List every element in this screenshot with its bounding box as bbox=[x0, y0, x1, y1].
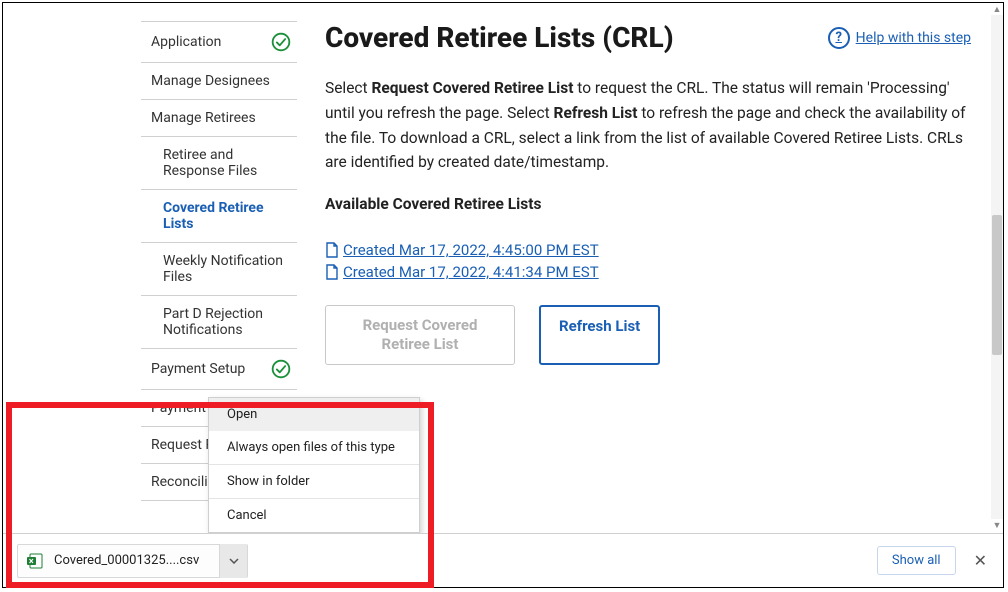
download-context-menu: Open Always open files of this type Show… bbox=[208, 397, 420, 533]
sidebar-item-label: Weekly Notification Files bbox=[163, 253, 291, 285]
sidebar-item-weekly-notification-files[interactable]: Weekly Notification Files bbox=[141, 243, 297, 296]
help-label: Help with this step bbox=[856, 30, 971, 46]
instruction-text: Select Request Covered Retiree List to r… bbox=[325, 76, 971, 175]
downloaded-file-name: Covered_00001325....csv bbox=[54, 553, 199, 568]
title-row: Covered Retiree Lists (CRL) ? Help with … bbox=[325, 21, 971, 54]
download-shelf: Covered_00001325....csv Show all ✕ bbox=[3, 533, 1003, 587]
downloaded-file-chip[interactable]: Covered_00001325....csv bbox=[17, 544, 248, 578]
sidebar-item-label: Part D Rejection Notifications bbox=[163, 306, 291, 338]
button-row: Request Covered Retiree List Refresh Lis… bbox=[325, 305, 971, 365]
show-all-downloads-button[interactable]: Show all bbox=[877, 546, 956, 575]
sidebar-item-application[interactable]: Application bbox=[141, 22, 297, 63]
page-title: Covered Retiree Lists (CRL) bbox=[325, 21, 674, 54]
downloaded-file-main[interactable]: Covered_00001325....csv bbox=[18, 552, 209, 570]
context-menu-always-open[interactable]: Always open files of this type bbox=[209, 431, 419, 464]
vertical-scrollbar[interactable]: ▲ ▼ bbox=[991, 3, 1003, 531]
content-area: Application Manage Designees Manage Reti… bbox=[3, 3, 991, 531]
sidebar-item-manage-retirees[interactable]: Manage Retirees bbox=[141, 100, 297, 137]
checkmark-icon bbox=[271, 359, 291, 379]
crl-file-label: Created Mar 17, 2022, 4:41:34 PM EST bbox=[343, 263, 599, 281]
excel-file-icon bbox=[26, 552, 44, 570]
download-shelf-right: Show all ✕ bbox=[877, 546, 991, 575]
document-icon bbox=[325, 242, 339, 258]
scroll-thumb[interactable] bbox=[992, 215, 1002, 355]
checkmark-icon bbox=[271, 32, 291, 52]
app-frame: Application Manage Designees Manage Reti… bbox=[2, 2, 1004, 588]
sidebar-item-label: Application bbox=[151, 34, 221, 50]
document-icon bbox=[325, 264, 339, 280]
sidebar-item-label: Manage Designees bbox=[151, 73, 270, 89]
scroll-up-arrow-icon[interactable]: ▲ bbox=[991, 3, 1003, 15]
scroll-track[interactable] bbox=[991, 15, 1003, 519]
context-menu-show-in-folder[interactable]: Show in folder bbox=[209, 464, 419, 498]
crl-file-link[interactable]: Created Mar 17, 2022, 4:45:00 PM EST bbox=[325, 241, 971, 259]
scroll-down-arrow-icon[interactable]: ▼ bbox=[991, 519, 1003, 531]
sidebar-item-payment-setup[interactable]: Payment Setup bbox=[141, 349, 297, 390]
sidebar-item-label: Payment Setup bbox=[151, 361, 245, 377]
help-link[interactable]: ? Help with this step bbox=[828, 27, 971, 49]
sidebar-item-label: Manage Retirees bbox=[151, 110, 256, 126]
crl-file-label: Created Mar 17, 2022, 4:45:00 PM EST bbox=[343, 241, 599, 259]
downloaded-file-menu-button[interactable] bbox=[219, 544, 247, 578]
refresh-list-button[interactable]: Refresh List bbox=[539, 305, 660, 365]
sidebar-item-label: Covered Retiree Lists bbox=[163, 200, 291, 232]
sidebar-item-retiree-response-files[interactable]: Retiree and Response Files bbox=[141, 137, 297, 190]
sidebar-item-part-d-rejection[interactable]: Part D Rejection Notifications bbox=[141, 296, 297, 349]
context-menu-cancel[interactable]: Cancel bbox=[209, 498, 419, 532]
sidebar-item-label: Retiree and Response Files bbox=[163, 147, 291, 179]
help-icon: ? bbox=[828, 27, 850, 49]
context-menu-open[interactable]: Open bbox=[209, 398, 419, 431]
crl-file-link[interactable]: Created Mar 17, 2022, 4:41:34 PM EST bbox=[325, 263, 971, 281]
sidebar-item-manage-designees[interactable]: Manage Designees bbox=[141, 63, 297, 100]
sidebar-item-covered-retiree-lists[interactable]: Covered Retiree Lists bbox=[141, 190, 297, 243]
close-download-shelf-button[interactable]: ✕ bbox=[970, 547, 991, 574]
request-covered-retiree-list-button: Request Covered Retiree List bbox=[325, 305, 515, 365]
available-lists-heading: Available Covered Retiree Lists bbox=[325, 195, 971, 213]
